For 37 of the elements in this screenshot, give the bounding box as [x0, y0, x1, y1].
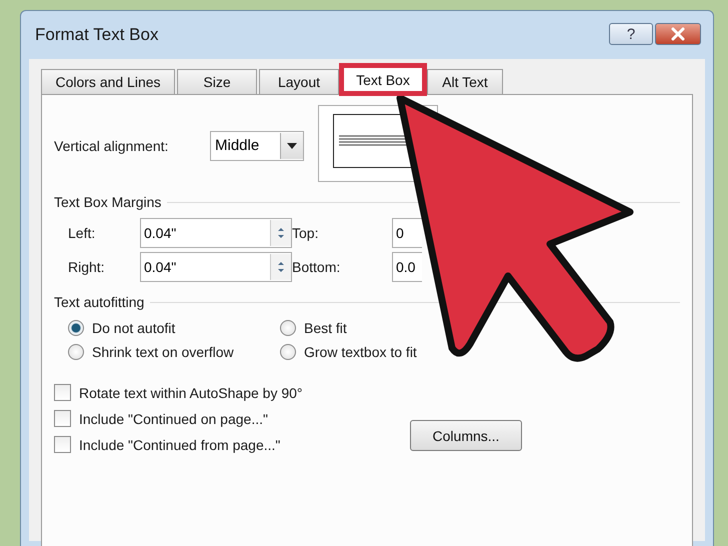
window-title: Format Text Box — [35, 25, 158, 45]
tab[interactable]: Colors and Lines — [41, 69, 175, 94]
tab[interactable]: Layout — [259, 69, 339, 94]
tab[interactable]: Text Box — [341, 65, 425, 94]
checkbox-label: Rotate text within AutoShape by 90° — [79, 384, 303, 400]
section-heading: Text Box Margins — [54, 194, 162, 210]
close-icon — [670, 27, 686, 41]
checkbox[interactable] — [54, 410, 71, 427]
radio-button[interactable] — [280, 320, 296, 336]
tab[interactable]: Size — [177, 69, 257, 94]
radio-button[interactable] — [280, 344, 296, 360]
close-button[interactable] — [655, 23, 701, 45]
radio-button[interactable] — [68, 320, 84, 336]
checkbox[interactable] — [54, 436, 71, 453]
caret-icon — [287, 142, 297, 148]
vertical-alignment-label: Vertical alignment: — [54, 138, 170, 154]
checkbox-label: Include "Continued on page..." — [79, 410, 268, 426]
margin-label: Right: — [68, 259, 106, 275]
help-button[interactable]: ? — [609, 23, 653, 45]
columns-button[interactable]: Columns... — [410, 420, 522, 451]
margin-spinbox[interactable]: 0 — [392, 218, 422, 248]
margin-label: Left: — [68, 225, 96, 241]
radio-label: Shrink text on overflow — [92, 344, 234, 360]
checkbox-label: Include "Continued from page..." — [79, 436, 280, 452]
tab[interactable]: Alt Text — [427, 69, 503, 94]
margin-spinbox[interactable]: 0.0 — [392, 252, 422, 282]
margin-label: Top: — [292, 225, 320, 241]
radio-label: Grow textbox to fit — [304, 344, 417, 360]
vertical-alignment-dropdown[interactable]: Middle — [210, 130, 304, 160]
margin-spinbox[interactable]: 0.04" — [140, 252, 292, 282]
radio-button[interactable] — [68, 344, 84, 360]
margin-label: Bottom: — [292, 259, 342, 275]
section-heading: Text autofitting — [54, 294, 144, 310]
radio-label: Do not autofit — [92, 320, 176, 336]
checkbox[interactable] — [54, 384, 71, 401]
margin-spinbox[interactable]: 0.04" — [140, 218, 292, 248]
radio-label: Best fit — [304, 320, 347, 336]
